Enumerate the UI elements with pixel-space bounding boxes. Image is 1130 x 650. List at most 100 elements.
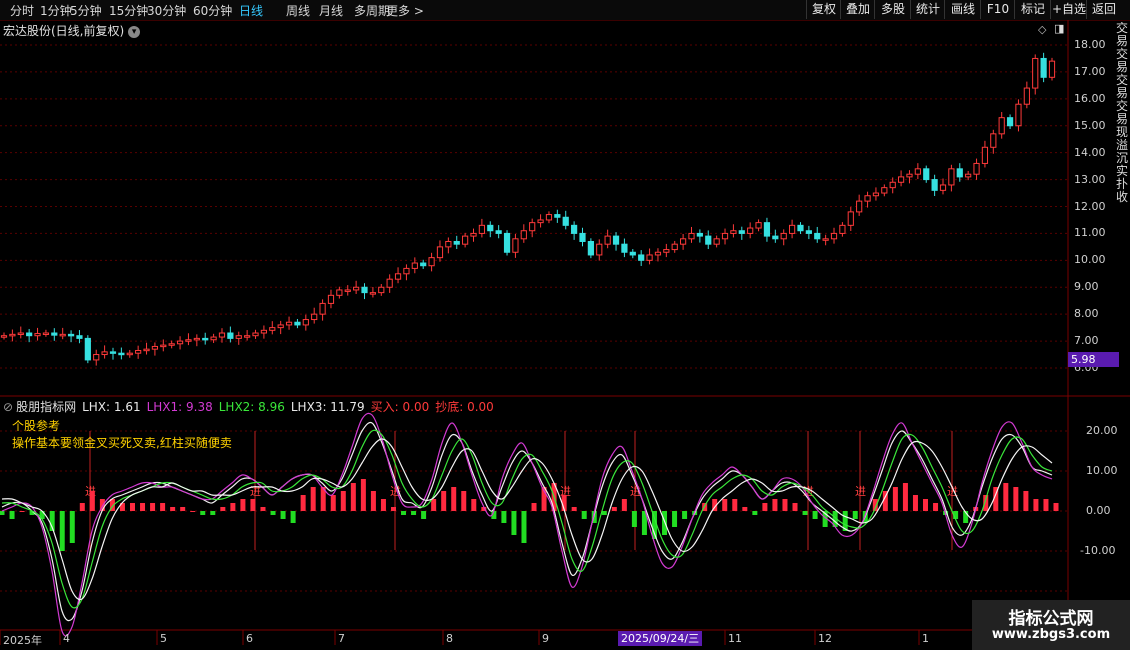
candle	[503, 230, 511, 256]
price-tick-label: 17.00	[1074, 64, 1106, 78]
indicator-bar	[682, 511, 688, 519]
date-label: 4	[63, 632, 70, 645]
candle-body	[705, 235, 712, 245]
candle	[252, 329, 259, 339]
candle	[327, 289, 335, 309]
candle-body	[1015, 103, 1022, 127]
candle	[830, 227, 838, 244]
price-tick-label: 18.00	[1074, 38, 1106, 51]
candle	[780, 229, 787, 246]
candle-body	[688, 232, 695, 240]
candle	[235, 331, 242, 345]
indicator-bar	[390, 507, 396, 511]
candle	[948, 164, 955, 192]
candle	[445, 237, 452, 254]
candle-body	[369, 292, 376, 295]
candle-body	[143, 348, 150, 352]
indicator-bar	[722, 499, 728, 511]
indicator-bar	[1013, 487, 1019, 511]
candle	[881, 184, 888, 197]
side-info-strip[interactable]: 交易交易交易交易现溢沉实扑收	[1116, 22, 1130, 392]
candle	[554, 209, 561, 223]
candle	[797, 222, 804, 234]
candle	[822, 234, 829, 246]
indicator-bar	[772, 499, 778, 511]
candle-body	[160, 344, 167, 348]
candle-body	[378, 286, 385, 294]
indicator-bar	[310, 487, 316, 511]
candle	[931, 174, 938, 197]
candle	[93, 349, 100, 366]
indicator-bar	[742, 507, 748, 511]
candle	[193, 334, 200, 347]
indicator-chevron-icon[interactable]: ⊘	[3, 400, 13, 414]
candle	[772, 229, 779, 243]
candle	[495, 225, 502, 239]
indicator-bar	[983, 495, 989, 511]
candle-body	[126, 352, 133, 356]
candle-body	[311, 313, 318, 321]
candle-body	[227, 332, 234, 339]
candle-body	[763, 222, 771, 237]
candle	[185, 333, 192, 346]
candle-body	[596, 243, 603, 256]
candle	[864, 191, 871, 208]
candle-body	[872, 192, 880, 197]
indicator-bar	[401, 511, 407, 515]
indicator-legend: ⊘ 股朋指标网 LHX: 1.61 LHX1: 9.38 LHX2: 8.96 LHX3:…	[3, 398, 506, 415]
candle	[394, 267, 402, 284]
price-tick-label: 9.00	[1074, 280, 1099, 294]
indicator-bar	[230, 503, 236, 511]
price-tick-label: 11.00	[1074, 226, 1106, 240]
price-tick-label: 15.00	[1074, 118, 1106, 132]
candle	[512, 233, 519, 258]
candle	[839, 222, 846, 237]
watermark: 指标公式网 www.zbgs3.com	[972, 600, 1130, 650]
indicator-bar	[511, 511, 517, 535]
indicator-bar	[1023, 491, 1029, 511]
candle	[67, 330, 75, 343]
date-highlight: 2025/09/24/三	[618, 631, 703, 646]
candle-body	[772, 235, 779, 240]
candle	[84, 335, 91, 364]
candle	[244, 330, 251, 341]
candle-body	[579, 232, 586, 242]
candle	[520, 224, 527, 243]
chart-canvas: 进进进进进进进进	[0, 20, 1130, 645]
candle-body	[193, 337, 200, 341]
indicator-note-2: 操作基本要领金叉买死叉卖,红柱买随便卖	[12, 436, 232, 450]
candle-body	[118, 352, 125, 356]
candle-body	[1006, 117, 1014, 127]
candle	[1048, 57, 1056, 81]
candle	[571, 221, 578, 240]
candle	[646, 248, 653, 265]
indicator-bar	[902, 483, 908, 511]
candle-body	[9, 333, 16, 337]
price-tick-label: 13.00	[1074, 172, 1106, 186]
candle-body	[269, 327, 276, 331]
indicator-bar	[200, 511, 206, 515]
indicator-bar	[501, 511, 507, 523]
watermark-title: 指标公式网	[1008, 609, 1094, 629]
candle	[101, 345, 108, 359]
candle-body	[520, 230, 527, 240]
candle-body	[336, 289, 343, 296]
candle	[721, 228, 729, 245]
candle	[361, 283, 368, 300]
candle	[537, 214, 544, 228]
candle-body	[327, 294, 335, 304]
indicator-bar	[340, 491, 346, 511]
candle	[579, 227, 586, 247]
candle-body	[529, 222, 536, 232]
current-price-tag: 5.98	[1068, 352, 1119, 367]
candle-body	[84, 337, 91, 361]
candle-body	[713, 238, 720, 245]
candle-body	[353, 286, 360, 291]
indicator-bar	[240, 499, 246, 511]
candle-body	[277, 324, 284, 329]
candle	[529, 218, 536, 238]
candle-body	[403, 267, 410, 275]
candle-body	[981, 146, 989, 164]
candle-body	[285, 321, 293, 326]
candle	[1032, 54, 1039, 95]
